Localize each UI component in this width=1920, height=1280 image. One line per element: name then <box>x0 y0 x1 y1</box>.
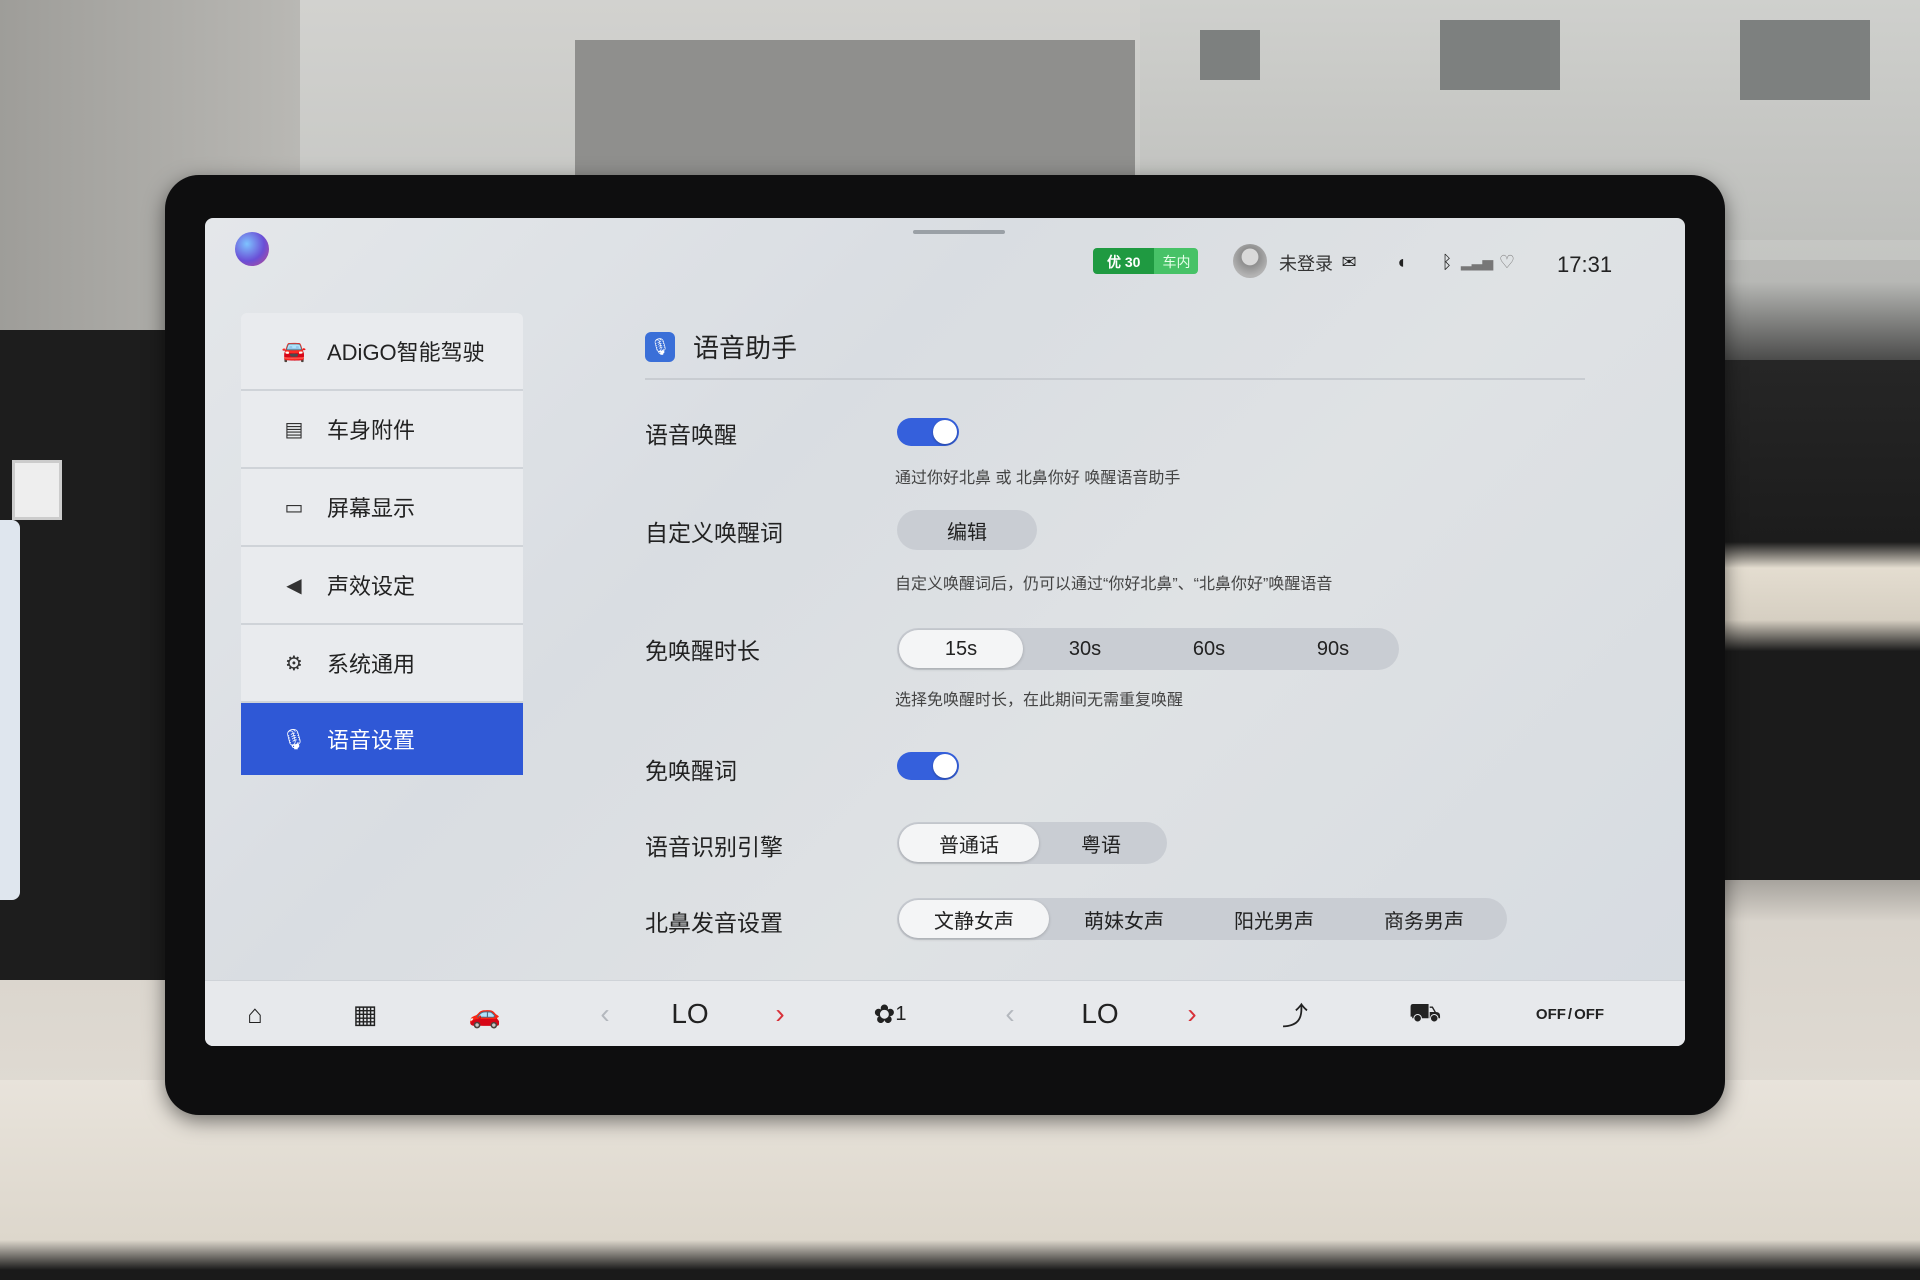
engine-option-mandarin[interactable]: 普通话 <box>899 824 1039 862</box>
volume-icon[interactable]: ◖ <box>1387 248 1415 276</box>
login-status[interactable]: 未登录 <box>1279 250 1333 276</box>
page-title: 语音助手 <box>693 333 798 363</box>
wifi-icon: ♡ <box>1498 251 1516 272</box>
fan-icon: ✿ <box>873 998 896 1029</box>
steering-car-icon: 🚘 <box>281 340 307 363</box>
sidebar-item-body-accessories[interactable]: ▤ 车身附件 <box>241 391 523 469</box>
engine-label: 语音识别引擎 <box>645 834 783 860</box>
toggle-knob <box>933 420 957 444</box>
sidebar-item-system[interactable]: ⚙ 系统通用 <box>241 625 523 703</box>
duration-option-30s[interactable]: 30s <box>1023 630 1147 668</box>
avatar[interactable] <box>1233 244 1267 278</box>
voice-wake-label: 语音唤醒 <box>645 422 737 448</box>
right-temp-up-chevron-icon[interactable]: › <box>1177 995 1207 1033</box>
car-icon[interactable]: 🚗 <box>460 995 510 1033</box>
car-outline-icon[interactable]: ⛟ <box>1395 995 1455 1033</box>
sidebar-item-adigo[interactable]: 🚘 ADiGO智能驾驶 <box>241 313 523 391</box>
pull-down-handle[interactable] <box>913 230 1005 234</box>
duration-option-15s[interactable]: 15s <box>899 630 1023 668</box>
sidebar-item-sound[interactable]: ◀ 声效设定 <box>241 547 523 625</box>
sidebar-item-label: 车身附件 <box>327 418 416 443</box>
instrument-screen-edge <box>0 520 20 900</box>
infotainment-screen: 优 30 车内 未登录 ✉ ◖ ᛒ ▂▃▅ ♡ 17:31 🚘 ADiGO智能驾… <box>205 218 1685 1046</box>
dashboard-right <box>1700 360 1920 880</box>
sidebar-item-label: 语音设置 <box>327 728 416 753</box>
building-window <box>1440 20 1560 90</box>
seat-icon[interactable]: ⤴ <box>1275 995 1315 1033</box>
bluetooth-icon: ᛒ <box>1441 251 1453 272</box>
assistant-orb-icon[interactable] <box>235 232 269 266</box>
edit-button[interactable]: 编辑 <box>897 510 1037 550</box>
voice-setting-selector: 文静女声 萌妹女声 阳光男声 商务男声 <box>897 898 1507 940</box>
left-temp-up-chevron-icon[interactable]: › <box>765 995 795 1033</box>
engine-option-cantonese[interactable]: 粤语 <box>1039 824 1163 862</box>
settings-sidebar: 🚘 ADiGO智能驾驶 ▤ 车身附件 ▭ 屏幕显示 ◀ 声效设定 ⚙ 系统通用 … <box>241 313 523 775</box>
sidebar-item-display[interactable]: ▭ 屏幕显示 <box>241 469 523 547</box>
wake-free-duration-label: 免唤醒时长 <box>645 638 760 664</box>
right-temp-down-chevron-icon[interactable]: ‹ <box>995 995 1025 1033</box>
left-temp-down-chevron-icon[interactable]: ‹ <box>590 995 620 1033</box>
voice-wake-toggle[interactable] <box>897 418 959 446</box>
building-window <box>1200 30 1260 80</box>
wake-free-duration-hint: 选择免唤醒时长，在此期间无需重复唤醒 <box>895 692 1184 709</box>
voice-option-sunny-male[interactable]: 阳光男声 <box>1199 900 1349 938</box>
fan-level: 1 <box>895 1002 907 1025</box>
slash-icon: / <box>1567 1005 1573 1023</box>
monitor-icon: ▭ <box>284 496 304 519</box>
divider <box>645 378 1585 380</box>
air-quality-level: 优 30 <box>1093 248 1155 274</box>
air-quality-location: 车内 <box>1154 248 1199 274</box>
custom-wake-label: 自定义唤醒词 <box>645 520 783 546</box>
duration-option-60s[interactable]: 60s <box>1147 630 1271 668</box>
voice-option-business-male[interactable]: 商务男声 <box>1349 900 1499 938</box>
gear-icon: ⚙ <box>285 652 303 675</box>
building-window <box>1740 20 1870 100</box>
bottom-dock: ⌂ ▦ 🚗 ‹ LO › ✿ 1 ‹ LO › ⤴ ⛟ OFF / OFF <box>205 980 1685 1046</box>
left-temp-value: LO <box>671 998 709 1029</box>
off-off-control[interactable]: OFF / OFF <box>1530 995 1610 1033</box>
sidebar-item-label: ADiGO智能驾驶 <box>327 340 485 365</box>
wake-free-words-toggle[interactable] <box>897 752 959 780</box>
engine-selector: 普通话 粤语 <box>897 822 1167 864</box>
sidebar-item-label: 声效设定 <box>327 574 416 599</box>
panel-header: 🎙 语音助手 <box>645 328 797 365</box>
mail-icon[interactable]: ✉ <box>1335 248 1363 276</box>
sidebar-item-label: 系统通用 <box>327 652 416 677</box>
voice-wake-hint: 通过你好北鼻 或 北鼻你好 唤醒语音助手 <box>895 470 1181 487</box>
duration-option-90s[interactable]: 90s <box>1271 630 1395 668</box>
apps-grid-icon[interactable]: ▦ <box>345 995 385 1033</box>
voice-option-gentle-female[interactable]: 文静女声 <box>899 900 1049 938</box>
mic-icon: 🎙 <box>645 331 675 362</box>
off-label: OFF <box>1535 1005 1566 1023</box>
air-quality-badge[interactable]: 优 30 车内 <box>1093 248 1199 274</box>
wake-free-duration-selector: 15s 30s 60s 90s <box>897 628 1399 670</box>
fan-control[interactable]: ✿ 1 <box>860 995 920 1033</box>
wake-free-words-label: 免唤醒词 <box>645 758 737 784</box>
home-icon[interactable]: ⌂ <box>235 995 275 1033</box>
toggle-knob <box>933 754 957 778</box>
voice-setting-label: 北鼻发音设置 <box>645 910 783 936</box>
signal-icon: ▂▃▅ <box>1460 253 1494 270</box>
qr-sticker <box>12 460 62 520</box>
sidebar-item-label: 屏幕显示 <box>327 496 416 521</box>
sidebar-item-voice[interactable]: 🎙 语音设置 <box>241 703 523 775</box>
mic-icon: 🎙 <box>281 728 307 751</box>
right-temp-value: LO <box>1081 998 1119 1029</box>
clock: 17:31 <box>1557 252 1613 277</box>
off-label-2: OFF <box>1574 1005 1605 1023</box>
car-body-icon: ▤ <box>284 418 304 441</box>
voice-option-cute-female[interactable]: 萌妹女声 <box>1049 900 1199 938</box>
custom-wake-hint: 自定义唤醒词后，仍可以通过“你好北鼻”、“北鼻你好”唤醒语音 <box>895 576 1333 593</box>
speaker-icon: ◀ <box>286 574 302 597</box>
